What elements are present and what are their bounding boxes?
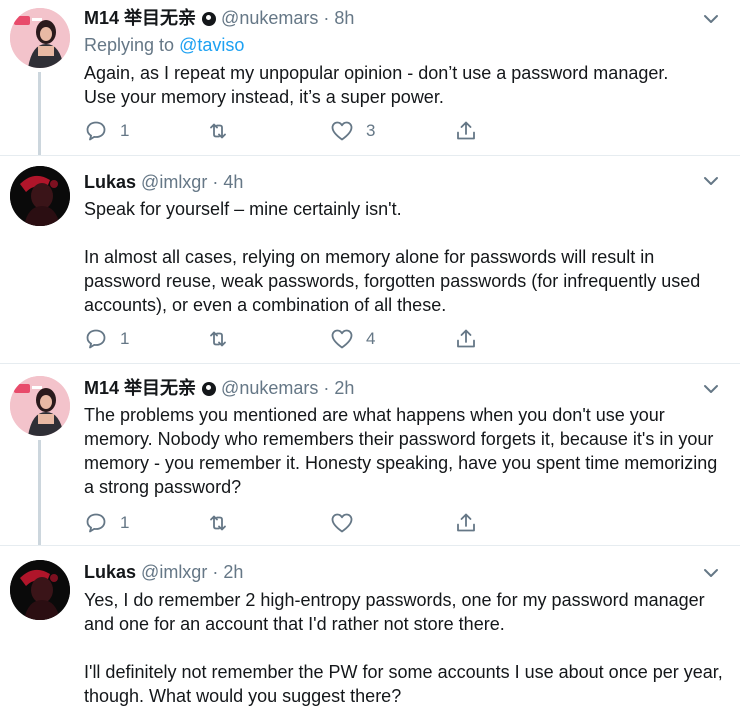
chevron-down-icon[interactable] xyxy=(702,564,720,582)
heart-icon xyxy=(331,121,353,141)
retweet-icon xyxy=(210,515,226,531)
tweet-paragraph: The problems you mentioned are what happ… xyxy=(84,405,718,497)
timestamp[interactable]: 4h xyxy=(223,172,243,192)
action-bar: 1 4 xyxy=(84,327,484,351)
display-name[interactable]: Lukas xyxy=(84,562,136,582)
share-button[interactable] xyxy=(454,119,478,143)
reply-icon xyxy=(86,121,106,141)
chevron-down-icon[interactable] xyxy=(702,10,720,28)
chevron-down-icon[interactable] xyxy=(702,172,720,190)
share-icon xyxy=(457,329,475,348)
avatar[interactable] xyxy=(10,8,70,68)
chevron-down-icon[interactable] xyxy=(702,380,720,398)
reply-button[interactable]: 1 xyxy=(84,511,129,535)
retweet-button[interactable] xyxy=(206,511,242,535)
tweet-header: M14 举目无亲 @nukemars · 2h xyxy=(84,377,354,399)
reply-count: 1 xyxy=(120,121,130,140)
user-handle[interactable]: @imlxgr xyxy=(141,562,207,582)
retweet-icon xyxy=(210,331,226,347)
heart-icon xyxy=(331,329,353,349)
tweet-paragraph: Yes, I do remember 2 high-entropy passwo… xyxy=(84,590,705,634)
tweet-text: The problems you mentioned are what happ… xyxy=(84,403,724,499)
dot-badge-icon xyxy=(202,382,217,396)
share-button[interactable] xyxy=(454,511,478,535)
share-icon xyxy=(457,121,475,140)
separator-dot: · xyxy=(212,172,219,192)
tweet[interactable]: Lukas @imlxgr · 2h Yes, I do remember 2 … xyxy=(0,546,740,714)
thread-connector xyxy=(38,440,41,545)
tweet[interactable]: M14 举目无亲 @nukemars · 8h Replying to @tav… xyxy=(0,0,740,155)
separator-dot: · xyxy=(212,562,219,582)
reply-button[interactable]: 1 xyxy=(84,327,129,351)
separator-dot: · xyxy=(323,378,330,398)
share-button[interactable] xyxy=(454,327,478,351)
replying-to: Replying to @taviso xyxy=(84,33,244,57)
avatar[interactable] xyxy=(10,166,70,226)
tweet-paragraph: In almost all cases, relying on memory a… xyxy=(84,247,701,315)
reply-button[interactable]: 1 xyxy=(84,119,129,143)
tweet-text-line: Again, as I repeat my unpopular opinion … xyxy=(84,63,669,83)
timestamp[interactable]: 2h xyxy=(334,378,354,398)
tweet-text: Yes, I do remember 2 high-entropy passwo… xyxy=(84,588,724,708)
retweet-button[interactable] xyxy=(206,327,242,351)
dot-badge-icon xyxy=(202,12,217,26)
like-count: 3 xyxy=(366,121,376,140)
avatar[interactable] xyxy=(10,560,70,620)
tweet-text: Again, as I repeat my unpopular opinion … xyxy=(84,61,724,109)
reply-count: 1 xyxy=(120,329,130,348)
action-bar: 1 3 xyxy=(84,119,484,143)
retweet-icon xyxy=(210,123,226,139)
tweet-paragraph: Speak for yourself – mine certainly isn'… xyxy=(84,199,402,219)
action-bar: 1 xyxy=(84,511,484,535)
separator-dot: · xyxy=(323,8,330,28)
tweet-header: M14 举目无亲 @nukemars · 8h xyxy=(84,7,354,29)
tweet[interactable]: Lukas @imlxgr · 4h Speak for yourself – … xyxy=(0,156,740,363)
tweet[interactable]: M14 举目无亲 @nukemars · 2h The problems you… xyxy=(0,364,740,545)
display-name[interactable]: M14 举目无亲 xyxy=(84,378,196,398)
heart-icon xyxy=(331,513,353,533)
reply-icon xyxy=(86,329,106,349)
user-handle[interactable]: @nukemars xyxy=(221,378,318,398)
like-button[interactable]: 4 xyxy=(330,327,375,351)
timestamp[interactable]: 2h xyxy=(223,562,243,582)
avatar[interactable] xyxy=(10,376,70,436)
like-count: 4 xyxy=(366,329,376,348)
tweet-header: Lukas @imlxgr · 4h xyxy=(84,171,243,193)
tweet-header: Lukas @imlxgr · 2h xyxy=(84,561,243,583)
like-button[interactable]: 3 xyxy=(330,119,375,143)
tweet-text-line: Use your memory instead, it’s a super po… xyxy=(84,87,444,107)
replying-to-label: Replying to xyxy=(84,35,180,55)
share-icon xyxy=(457,513,475,532)
display-name[interactable]: Lukas xyxy=(84,172,136,192)
timestamp[interactable]: 8h xyxy=(334,8,354,28)
reply-count: 1 xyxy=(120,513,130,532)
thread-connector xyxy=(38,72,41,155)
mention-link[interactable]: @taviso xyxy=(179,35,244,55)
tweet-paragraph: I'll definitely not remember the PW for … xyxy=(84,662,723,706)
user-handle[interactable]: @imlxgr xyxy=(141,172,207,192)
like-button[interactable] xyxy=(330,511,366,535)
retweet-button[interactable] xyxy=(206,119,242,143)
reply-icon xyxy=(86,513,106,533)
tweet-text: Speak for yourself – mine certainly isn'… xyxy=(84,197,724,317)
user-handle[interactable]: @nukemars xyxy=(221,8,318,28)
display-name[interactable]: M14 举目无亲 xyxy=(84,8,196,28)
